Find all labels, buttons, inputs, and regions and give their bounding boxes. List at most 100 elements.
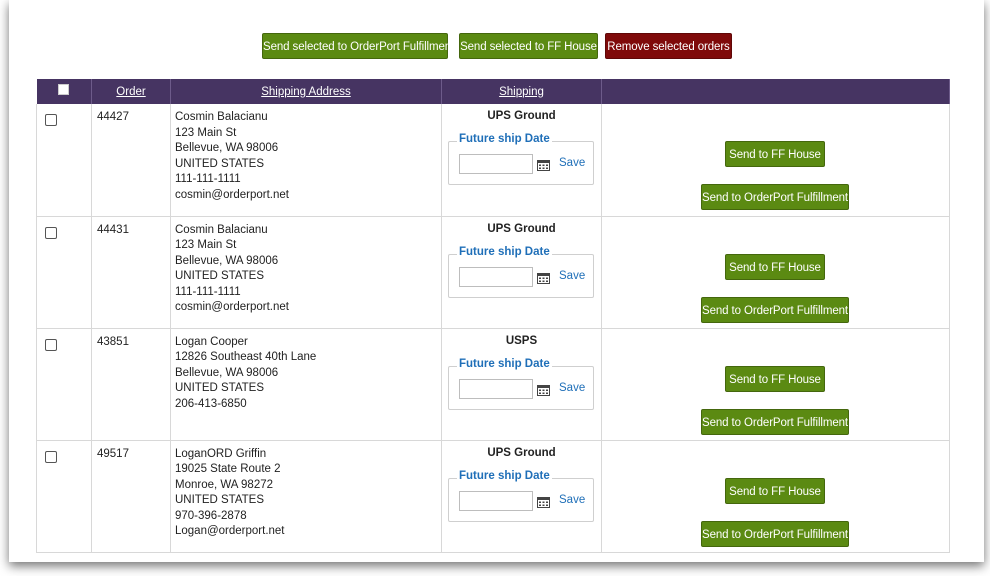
future-ship-date-legend: Future ship Date bbox=[457, 245, 552, 258]
row-checkbox[interactable] bbox=[45, 114, 57, 126]
address-email: cosmin@orderport.net bbox=[175, 188, 289, 201]
address-name: Cosmin Balacianu bbox=[175, 111, 268, 123]
select-all-header bbox=[36, 79, 92, 104]
shipping-address: LoganORD Griffin 19025 State Route 2 Mon… bbox=[175, 447, 285, 540]
table-header-row: Order Shipping Address Shipping bbox=[36, 79, 950, 104]
send-to-orderport-button[interactable]: Send to OrderPort Fulfillment bbox=[701, 296, 849, 323]
shipping-address: Cosmin Balacianu 123 Main St Bellevue, W… bbox=[175, 223, 289, 316]
send-selected-orderport-button[interactable]: Send selected to OrderPort Fulfillment bbox=[262, 33, 454, 59]
calendar-icon[interactable] bbox=[537, 159, 550, 171]
send-to-orderport-button[interactable]: Send to OrderPort Fulfillment bbox=[701, 184, 849, 210]
order-cell: 44431 bbox=[91, 216, 171, 329]
table-row: 43851 Logan Cooper 12826 Southeast 40th … bbox=[36, 328, 950, 441]
select-cell bbox=[36, 104, 92, 217]
future-ship-date-group: Future ship Date Save bbox=[448, 133, 594, 185]
calendar-icon[interactable] bbox=[537, 496, 550, 508]
shipping-method: UPS Ground bbox=[487, 110, 556, 122]
future-ship-date-input[interactable] bbox=[459, 378, 533, 399]
order-column-header: Order bbox=[91, 79, 171, 104]
save-ship-date-link[interactable]: Save bbox=[559, 382, 585, 394]
send-to-ff-house-button[interactable]: Send to FF House bbox=[725, 477, 825, 504]
table-row: 49517 LoganORD Griffin 19025 State Route… bbox=[36, 440, 950, 553]
calendar-icon[interactable] bbox=[537, 384, 550, 396]
address-city-state-zip: Bellevue, WA 98006 bbox=[175, 254, 279, 267]
order-number: 44427 bbox=[97, 111, 129, 123]
calendar-icon[interactable] bbox=[537, 272, 550, 284]
sort-shipping-link[interactable]: Shipping bbox=[499, 86, 544, 98]
sort-order-link[interactable]: Order bbox=[116, 86, 145, 98]
select-cell bbox=[36, 440, 92, 553]
address-phone: 970-396-2878 bbox=[175, 509, 247, 522]
row-checkbox[interactable] bbox=[45, 226, 57, 239]
shipping-method: USPS bbox=[505, 334, 538, 347]
address-city-state-zip: Bellevue, WA 98006 bbox=[175, 366, 279, 379]
future-ship-date-legend: Future ship Date bbox=[457, 469, 552, 482]
order-number: 44431 bbox=[97, 223, 129, 236]
address-street: 123 Main St bbox=[175, 126, 237, 139]
shipping-cell: USPS Future ship Date Save bbox=[441, 328, 602, 441]
order-number: 49517 bbox=[97, 447, 129, 460]
address-name: Cosmin Balacianu bbox=[175, 223, 268, 236]
address-phone: 111-111-1111 bbox=[175, 285, 241, 298]
future-ship-date-group: Future ship Date Save bbox=[448, 357, 594, 410]
row-checkbox[interactable] bbox=[45, 338, 57, 351]
row-checkbox[interactable] bbox=[45, 450, 57, 463]
future-ship-date-input[interactable] bbox=[459, 266, 533, 287]
select-all-checkbox[interactable] bbox=[58, 84, 70, 96]
save-ship-date-link[interactable]: Save bbox=[559, 157, 585, 169]
order-cell: 49517 bbox=[91, 440, 171, 553]
select-cell bbox=[36, 328, 92, 441]
send-to-orderport-button[interactable]: Send to OrderPort Fulfillment bbox=[701, 408, 849, 435]
actions-cell: Send to FF House Send to OrderPort Fulfi… bbox=[601, 328, 950, 441]
select-cell bbox=[36, 216, 92, 329]
actions-column-header bbox=[601, 79, 950, 104]
send-to-ff-house-button[interactable]: Send to FF House bbox=[725, 365, 825, 392]
shipping-address: Logan Cooper 12826 Southeast 40th Lane B… bbox=[175, 335, 316, 413]
future-ship-date-input[interactable] bbox=[459, 490, 533, 511]
address-cell: Cosmin Balacianu 123 Main St Bellevue, W… bbox=[170, 216, 442, 329]
sort-shipping-address-link[interactable]: Shipping Address bbox=[261, 86, 351, 98]
actions-cell: Send to FF House Send to OrderPort Fulfi… bbox=[601, 104, 950, 217]
address-country: UNITED STATES bbox=[175, 157, 265, 170]
table-row: 44431 Cosmin Balacianu 123 Main St Belle… bbox=[36, 216, 950, 329]
send-selected-ff-house-button[interactable]: Send selected to FF House bbox=[459, 33, 598, 59]
future-ship-date-group: Future ship Date Save bbox=[448, 245, 594, 298]
table-row: 44427 Cosmin Balacianu 123 Main St Belle… bbox=[36, 104, 950, 217]
shipping-address-column-header: Shipping Address bbox=[170, 79, 442, 104]
address-email: Logan@orderport.net bbox=[175, 525, 285, 537]
orders-panel: Send selected to OrderPort Fulfillment S… bbox=[9, 0, 984, 562]
address-city-state-zip: Bellevue, WA 98006 bbox=[175, 142, 279, 154]
address-street: 12826 Southeast 40th Lane bbox=[175, 351, 317, 363]
order-number: 43851 bbox=[97, 335, 129, 348]
order-cell: 43851 bbox=[91, 328, 171, 441]
address-phone: 206-413-6850 bbox=[175, 397, 247, 410]
address-street: 123 Main St bbox=[175, 239, 237, 251]
save-ship-date-link[interactable]: Save bbox=[559, 494, 585, 506]
shipping-cell: UPS Ground Future ship Date Save bbox=[441, 104, 602, 217]
actions-cell: Send to FF House Send to OrderPort Fulfi… bbox=[601, 216, 950, 329]
shipping-method: UPS Ground bbox=[487, 446, 556, 459]
bulk-actions-bar: Send selected to OrderPort Fulfillment S… bbox=[9, 33, 984, 59]
shipping-cell: UPS Ground Future ship Date Save bbox=[441, 216, 602, 329]
address-cell: Cosmin Balacianu 123 Main St Bellevue, W… bbox=[170, 104, 442, 217]
address-country: UNITED STATES bbox=[175, 270, 265, 282]
shipping-column-header: Shipping bbox=[441, 79, 602, 104]
orders-table: Order Shipping Address Shipping 44427 Co… bbox=[36, 79, 950, 553]
actions-cell: Send to FF House Send to OrderPort Fulfi… bbox=[601, 440, 950, 553]
shipping-address: Cosmin Balacianu 123 Main St Bellevue, W… bbox=[175, 110, 289, 203]
remove-selected-orders-button[interactable]: Remove selected orders bbox=[605, 33, 732, 59]
send-to-orderport-button[interactable]: Send to OrderPort Fulfillment bbox=[701, 520, 849, 547]
address-phone: 111-111-1111 bbox=[175, 173, 241, 185]
shipping-method: UPS Ground bbox=[487, 222, 556, 235]
future-ship-date-group: Future ship Date Save bbox=[448, 469, 594, 522]
address-cell: Logan Cooper 12826 Southeast 40th Lane B… bbox=[170, 328, 442, 441]
shipping-cell: UPS Ground Future ship Date Save bbox=[441, 440, 602, 553]
save-ship-date-link[interactable]: Save bbox=[559, 270, 585, 282]
address-cell: LoganORD Griffin 19025 State Route 2 Mon… bbox=[170, 440, 442, 553]
order-cell: 44427 bbox=[91, 104, 171, 217]
send-to-ff-house-button[interactable]: Send to FF House bbox=[725, 253, 825, 280]
address-country: UNITED STATES bbox=[175, 382, 265, 394]
send-to-ff-house-button[interactable]: Send to FF House bbox=[725, 141, 825, 167]
address-email: cosmin@orderport.net bbox=[175, 301, 289, 313]
future-ship-date-input[interactable] bbox=[459, 154, 533, 174]
